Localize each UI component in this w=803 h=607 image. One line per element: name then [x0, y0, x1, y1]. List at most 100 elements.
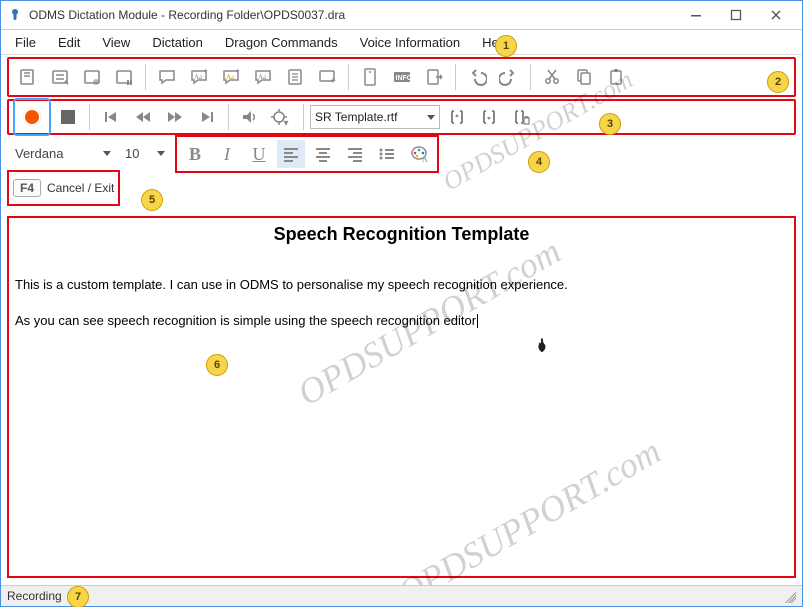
- svg-text:+: +: [330, 76, 336, 87]
- sr-template-combo[interactable]: SR Template.rtf: [310, 105, 440, 129]
- sr-template-value: SR Template.rtf: [315, 110, 397, 124]
- separator: [455, 64, 456, 90]
- volume-button[interactable]: [235, 102, 265, 132]
- menu-file[interactable]: File: [5, 33, 46, 52]
- toolbar-playback: ▾ SR Template.rtf: [7, 99, 796, 135]
- rewind-button[interactable]: [128, 102, 158, 132]
- editor-paragraph-1: This is a custom template. I can use in …: [15, 275, 788, 295]
- window-title: ODMS Dictation Module - Recording Folder…: [29, 8, 676, 22]
- menu-dragon[interactable]: Dragon Commands: [215, 33, 348, 52]
- annotation-4: 4: [528, 151, 550, 173]
- annotation-7: 7: [67, 586, 89, 607]
- info-box-icon[interactable]: INFO: [387, 62, 417, 92]
- stop-icon: [61, 110, 75, 124]
- chevron-down-icon: [103, 151, 111, 156]
- font-size-select[interactable]: 10: [121, 143, 169, 166]
- cancel-row: F4 Cancel / Exit: [7, 173, 796, 203]
- paste-icon[interactable]: [601, 62, 631, 92]
- status-bar: Recording: [1, 585, 802, 606]
- annotation-1: 1: [495, 35, 517, 57]
- svg-text:Aa: Aa: [226, 73, 235, 81]
- comment-icon[interactable]: [152, 62, 182, 92]
- toolbar-formatting: Verdana 10 B I U A: [7, 137, 796, 171]
- cancel-exit-button[interactable]: Cancel / Exit: [47, 181, 114, 195]
- bracket-trash-button[interactable]: [506, 102, 536, 132]
- title-bar: ODMS Dictation Module - Recording Folder…: [1, 1, 802, 30]
- annotation-5: 5: [141, 189, 163, 211]
- align-right-button[interactable]: [341, 140, 369, 168]
- f4-key-badge: F4: [13, 179, 41, 197]
- close-button[interactable]: [756, 2, 796, 28]
- menu-dictation[interactable]: Dictation: [142, 33, 213, 52]
- comment-font-plus2-icon[interactable]: Aa+: [216, 62, 246, 92]
- separator: [348, 64, 349, 90]
- worktype-pause-icon[interactable]: [109, 62, 139, 92]
- new-dictation-icon[interactable]: [13, 62, 43, 92]
- chevron-down-icon: [157, 151, 165, 156]
- menu-voice-info[interactable]: Voice Information: [350, 33, 470, 52]
- editor-heading: Speech Recognition Template: [9, 224, 794, 245]
- svg-text:Aa: Aa: [194, 73, 203, 81]
- svg-text:+: +: [235, 67, 240, 75]
- toolbar-main: Aa+ Aa+ Aa + INFO: [7, 57, 796, 97]
- font-color-button[interactable]: A: [405, 140, 433, 168]
- svg-text:+: +: [203, 67, 208, 75]
- comment-font-size-icon[interactable]: Aa: [248, 62, 278, 92]
- menu-view[interactable]: View: [92, 33, 140, 52]
- minimize-button[interactable]: [676, 2, 716, 28]
- stop-button[interactable]: [53, 102, 83, 132]
- copy-icon[interactable]: [569, 62, 599, 92]
- skip-next-button[interactable]: [192, 102, 222, 132]
- align-left-button[interactable]: [277, 140, 305, 168]
- editor-area[interactable]: Speech Recognition Template This is a cu…: [7, 216, 796, 578]
- undo-icon[interactable]: [462, 62, 492, 92]
- annotation-2: 2: [767, 71, 789, 93]
- annotation-6: 6: [206, 354, 228, 376]
- editor-paragraph-2: As you can see speech recognition is sim…: [15, 311, 788, 357]
- svg-text:Aa: Aa: [258, 73, 267, 81]
- underline-button[interactable]: U: [245, 140, 273, 168]
- separator: [303, 104, 304, 130]
- worktype-icon[interactable]: [45, 62, 75, 92]
- jobdata-icon[interactable]: [355, 62, 385, 92]
- worktype-mic-icon[interactable]: [77, 62, 107, 92]
- maximize-button[interactable]: [716, 2, 756, 28]
- bracket-down-button[interactable]: [474, 102, 504, 132]
- annotation-3: 3: [599, 113, 621, 135]
- skip-prev-button[interactable]: [96, 102, 126, 132]
- menu-bar: File Edit View Dictation Dragon Commands…: [1, 30, 802, 55]
- separator: [89, 104, 90, 130]
- app-icon: [7, 7, 23, 23]
- fast-fwd-button[interactable]: [160, 102, 190, 132]
- font-size-value: 10: [125, 146, 139, 161]
- editor-paragraph-2-text: As you can see speech recognition is sim…: [15, 313, 476, 328]
- bracket-up-button[interactable]: [442, 102, 472, 132]
- align-center-button[interactable]: [309, 140, 337, 168]
- record-icon: [23, 108, 41, 126]
- insert-voice-note-icon[interactable]: +: [312, 62, 342, 92]
- menu-edit[interactable]: Edit: [48, 33, 90, 52]
- cut-icon[interactable]: [537, 62, 567, 92]
- font-name-value: Verdana: [15, 146, 63, 161]
- insert-index-icon[interactable]: [280, 62, 310, 92]
- separator: [228, 104, 229, 130]
- bold-button[interactable]: B: [181, 140, 209, 168]
- font-name-select[interactable]: Verdana: [11, 143, 115, 166]
- chevron-down-icon: [427, 115, 435, 120]
- locate-button[interactable]: ▾: [267, 102, 297, 132]
- export-icon[interactable]: [419, 62, 449, 92]
- italic-button[interactable]: I: [213, 140, 241, 168]
- dragon-flame-icon: [533, 336, 551, 362]
- svg-text:INFO: INFO: [396, 75, 413, 82]
- status-text: Recording: [7, 589, 62, 603]
- svg-text:A: A: [422, 155, 428, 164]
- app-window: ODMS Dictation Module - Recording Folder…: [0, 0, 803, 607]
- resize-grip-icon[interactable]: [782, 589, 796, 603]
- text-cursor: [477, 314, 478, 328]
- separator: [145, 64, 146, 90]
- record-button[interactable]: [13, 98, 51, 136]
- comment-font-plus-icon[interactable]: Aa+: [184, 62, 214, 92]
- bullet-list-button[interactable]: [373, 140, 401, 168]
- separator: [530, 64, 531, 90]
- redo-icon[interactable]: [494, 62, 524, 92]
